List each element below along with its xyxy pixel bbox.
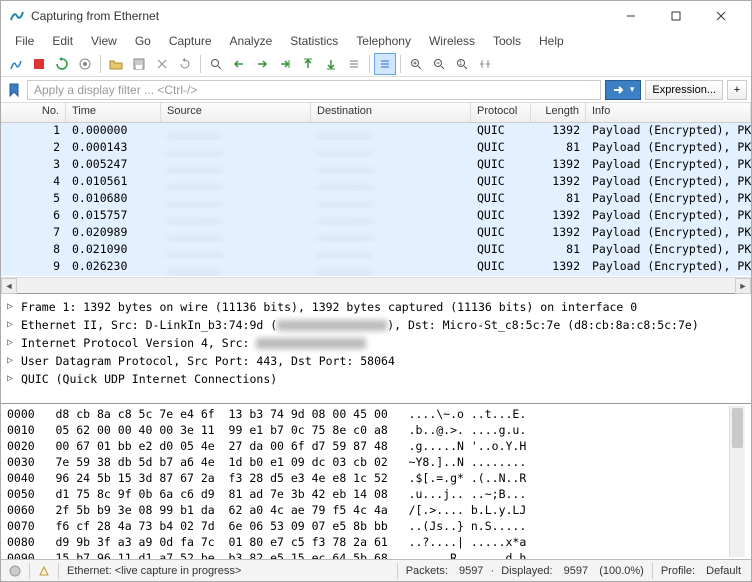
- capture-options-icon[interactable]: [74, 53, 96, 75]
- menu-file[interactable]: File: [7, 32, 42, 50]
- packet-row[interactable]: 70.020989________________QUIC1392Payload…: [1, 225, 751, 242]
- scroll-left-icon[interactable]: ◄: [1, 278, 17, 294]
- start-capture-icon[interactable]: [5, 53, 27, 75]
- zoom-out-icon[interactable]: [428, 53, 450, 75]
- save-file-icon[interactable]: [128, 53, 150, 75]
- scroll-right-icon[interactable]: ►: [735, 278, 751, 294]
- stop-capture-icon[interactable]: [28, 53, 50, 75]
- menu-bar: File Edit View Go Capture Analyze Statis…: [1, 31, 751, 51]
- close-file-icon[interactable]: [151, 53, 173, 75]
- display-filter-bar: ▾ Expression... +: [1, 77, 751, 103]
- wireshark-icon: [9, 8, 25, 24]
- close-button[interactable]: [698, 2, 743, 30]
- minimize-button[interactable]: [608, 2, 653, 30]
- detail-line[interactable]: ▷Ethernet II, Src: D-LinkIn_b3:74:9d (),…: [7, 316, 745, 334]
- col-info: Info: [586, 103, 751, 122]
- menu-statistics[interactable]: Statistics: [282, 32, 346, 50]
- packet-row[interactable]: 20.000143________________QUIC81Payload (…: [1, 140, 751, 157]
- col-destination: Destination: [311, 103, 471, 122]
- hex-line[interactable]: 0040 96 24 5b 15 3d 87 67 2a f3 28 d5 e3…: [7, 470, 729, 486]
- status-profile[interactable]: Profile: Default: [653, 563, 751, 579]
- title-bar: Capturing from Ethernet: [1, 1, 751, 31]
- restart-capture-icon[interactable]: [51, 53, 73, 75]
- zoom-reset-icon[interactable]: 1: [451, 53, 473, 75]
- expert-info-icon[interactable]: [30, 563, 59, 579]
- menu-view[interactable]: View: [83, 32, 125, 50]
- menu-capture[interactable]: Capture: [161, 32, 220, 50]
- hex-line[interactable]: 0020 00 67 01 bb e2 d0 05 4e 27 da 00 6f…: [7, 438, 729, 454]
- status-bar: Ethernet: <live capture in progress> Pac…: [1, 559, 751, 581]
- menu-analyze[interactable]: Analyze: [222, 32, 281, 50]
- go-back-icon[interactable]: [228, 53, 250, 75]
- window-title: Capturing from Ethernet: [31, 9, 608, 23]
- detail-line[interactable]: ▷Internet Protocol Version 4, Src:: [7, 334, 745, 352]
- detail-line[interactable]: ▷Frame 1: 1392 bytes on wire (11136 bits…: [7, 298, 745, 316]
- packet-bytes-pane[interactable]: 0000 d8 cb 8a c8 5c 7e e4 6f 13 b3 74 9d…: [1, 404, 751, 559]
- expression-button[interactable]: Expression...: [645, 80, 723, 100]
- packet-row[interactable]: 80.021090________________QUIC81Payload (…: [1, 242, 751, 259]
- menu-edit[interactable]: Edit: [44, 32, 81, 50]
- status-capture-text: Ethernet: <live capture in progress>: [59, 563, 398, 579]
- status-ready-icon: [1, 563, 30, 579]
- status-packets: Packets: 9597 · Displayed: 9597 (100.0%): [398, 563, 653, 579]
- detail-line[interactable]: ▷QUIC (Quick UDP Internet Connections): [7, 370, 745, 388]
- hex-line[interactable]: 0080 d9 9b 3f a3 a9 0d fa 7c 01 80 e7 c5…: [7, 534, 729, 550]
- hex-line[interactable]: 0050 d1 75 8c 9f 0b 6a c6 d9 81 ad 7e 3b…: [7, 486, 729, 502]
- go-last-icon[interactable]: [320, 53, 342, 75]
- col-length: Length: [531, 103, 586, 122]
- go-forward-icon[interactable]: [251, 53, 273, 75]
- col-time: Time: [66, 103, 161, 122]
- find-packet-icon[interactable]: [205, 53, 227, 75]
- menu-telephony[interactable]: Telephony: [348, 32, 419, 50]
- menu-tools[interactable]: Tools: [485, 32, 529, 50]
- display-filter-input[interactable]: [27, 80, 601, 100]
- hex-line[interactable]: 0010 05 62 00 00 40 00 3e 11 99 e1 b7 0c…: [7, 422, 729, 438]
- hex-scrollbar[interactable]: [729, 406, 745, 557]
- reload-icon[interactable]: [174, 53, 196, 75]
- packet-details-pane[interactable]: ▷Frame 1: 1392 bytes on wire (11136 bits…: [1, 294, 751, 404]
- hex-line[interactable]: 0090 15 b7 96 11 d1 a7 52 be b3 82 e5 15…: [7, 550, 729, 559]
- menu-go[interactable]: Go: [127, 32, 159, 50]
- go-to-packet-icon[interactable]: [274, 53, 296, 75]
- packet-list-header[interactable]: No. Time Source Destination Protocol Len…: [1, 103, 751, 123]
- detail-line[interactable]: ▷User Datagram Protocol, Src Port: 443, …: [7, 352, 745, 370]
- auto-scroll-icon[interactable]: [343, 53, 365, 75]
- bookmark-icon[interactable]: [5, 81, 23, 99]
- packet-list-hscroll[interactable]: ◄ ►: [1, 277, 751, 293]
- go-first-icon[interactable]: [297, 53, 319, 75]
- packet-row[interactable]: 50.010680________________QUIC81Payload (…: [1, 191, 751, 208]
- hex-line[interactable]: 0030 7e 59 38 db 5d b7 a6 4e 1d b0 e1 09…: [7, 454, 729, 470]
- resize-columns-icon[interactable]: [474, 53, 496, 75]
- col-no: No.: [1, 103, 66, 122]
- hex-line[interactable]: 0060 2f 5b b9 3e 08 99 b1 da 62 a0 4c ae…: [7, 502, 729, 518]
- colorize-packets-icon[interactable]: [374, 53, 396, 75]
- packet-row[interactable]: 90.026230________________QUIC1392Payload…: [1, 259, 751, 276]
- packet-row[interactable]: 10.000000________________QUIC1392Payload…: [1, 123, 751, 140]
- apply-filter-button[interactable]: ▾: [605, 80, 642, 100]
- menu-help[interactable]: Help: [531, 32, 572, 50]
- col-source: Source: [161, 103, 311, 122]
- main-toolbar: 1: [1, 51, 751, 77]
- menu-wireless[interactable]: Wireless: [421, 32, 483, 50]
- packet-row[interactable]: 40.010561________________QUIC1392Payload…: [1, 174, 751, 191]
- zoom-in-icon[interactable]: [405, 53, 427, 75]
- packet-row[interactable]: 30.005247________________QUIC1392Payload…: [1, 157, 751, 174]
- add-filter-button[interactable]: +: [727, 80, 747, 100]
- col-protocol: Protocol: [471, 103, 531, 122]
- hex-line[interactable]: 0070 f6 cf 28 4a 73 b4 02 7d 6e 06 53 09…: [7, 518, 729, 534]
- maximize-button[interactable]: [653, 2, 698, 30]
- packet-row[interactable]: 60.015757________________QUIC1392Payload…: [1, 208, 751, 225]
- packet-list-body[interactable]: 10.000000________________QUIC1392Payload…: [1, 123, 751, 277]
- packet-list-pane: No. Time Source Destination Protocol Len…: [1, 103, 751, 294]
- open-file-icon[interactable]: [105, 53, 127, 75]
- hex-line[interactable]: 0000 d8 cb 8a c8 5c 7e e4 6f 13 b3 74 9d…: [7, 406, 729, 422]
